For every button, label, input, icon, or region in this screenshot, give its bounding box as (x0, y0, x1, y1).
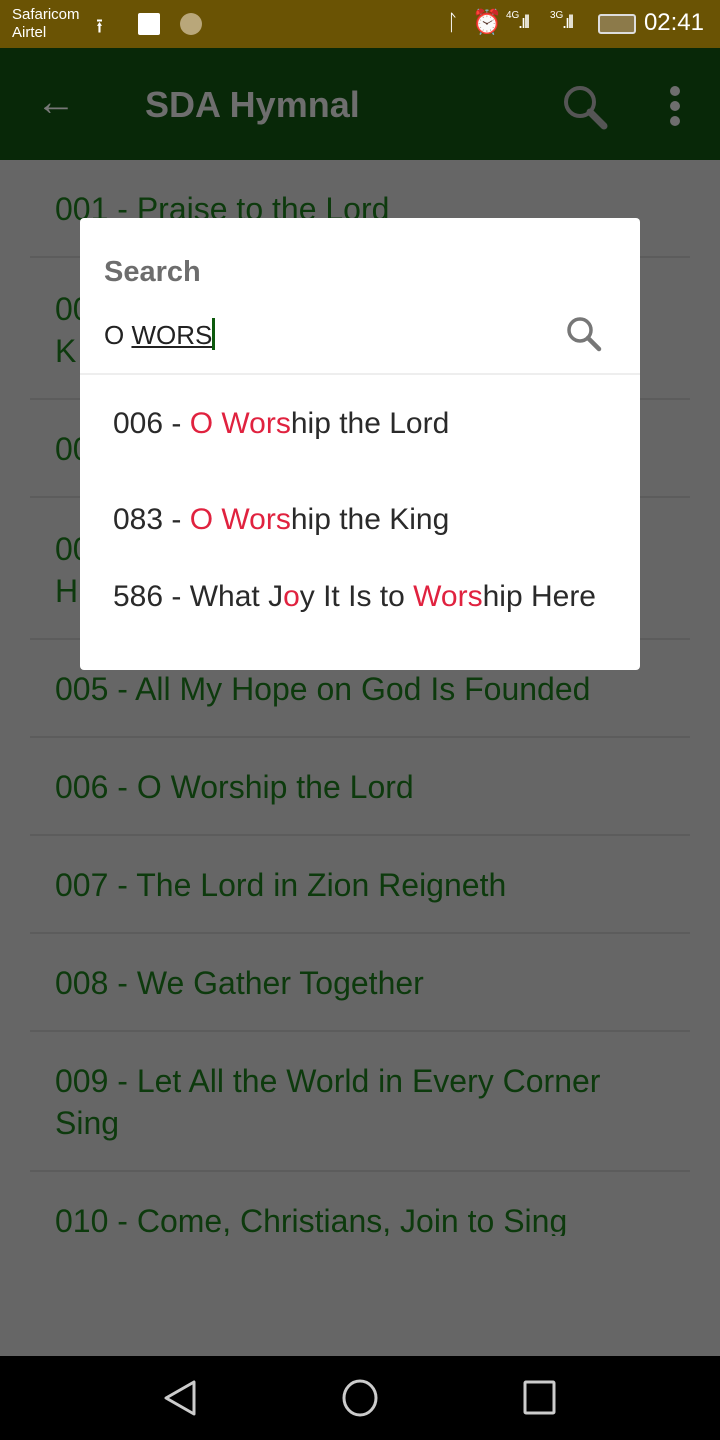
list-item[interactable]: 006 - O Worship the Lord (30, 738, 690, 836)
list-item-label: 005 - All My Hope on God Is Founded (55, 671, 591, 707)
query-composing-text: WORS (131, 320, 213, 350)
signal-icon: .ıll (562, 12, 574, 32)
result-match-highlight: O Wors (189, 407, 291, 440)
text-cursor (212, 318, 216, 350)
recents-nav-icon[interactable] (522, 1378, 558, 1423)
search-icon[interactable] (564, 314, 604, 359)
bluetooth-icon: ᛚ (446, 10, 460, 35)
search-result[interactable]: 586 - What Joy It Is to Worship Here (113, 578, 613, 616)
search-result[interactable]: 006 - O Worship the Lord (113, 405, 613, 443)
result-match-highlight: O Wors (189, 503, 291, 536)
result-match-highlight: Wors (413, 580, 483, 613)
list-item-label: 009 - Let All the World in Every Corner … (55, 1063, 601, 1141)
back-nav-icon[interactable] (162, 1378, 198, 1423)
list-item[interactable]: 009 - Let All the World in Every Corner … (30, 1032, 690, 1172)
search-icon[interactable] (560, 82, 610, 137)
page-title: SDA Hymnal (145, 84, 360, 125)
list-item[interactable]: 008 - We Gather Together (30, 934, 690, 1032)
list-item[interactable]: 007 - The Lord in Zion Reigneth (30, 836, 690, 934)
list-item-label: 010 - Come, Christians, Join to Sing (55, 1203, 568, 1236)
arrow-left-icon[interactable]: ← (36, 80, 76, 124)
result-match-highlight: o (283, 580, 300, 613)
image-icon (138, 13, 160, 35)
home-nav-icon[interactable] (341, 1378, 379, 1423)
search-dialog: Search O WORS 006 - O Worship the Lord 0… (80, 218, 640, 670)
navigation-bar (0, 1356, 720, 1440)
dialog-title: Search (104, 256, 201, 288)
result-text: hip the King (290, 503, 450, 536)
list-item[interactable]: 010 - Come, Christians, Join to Sing (30, 1172, 690, 1236)
result-text: 006 - (113, 407, 190, 440)
carrier-info: Safaricom Airtel (12, 6, 80, 42)
signal-icon: .ıll (518, 12, 530, 32)
coin-icon (180, 13, 202, 35)
search-result[interactable]: 083 - O Worship the King (113, 501, 613, 539)
clock: 02:41 (643, 9, 704, 36)
app-toolbar: ← SDA Hymnal (0, 48, 720, 160)
list-item-label: 006 - O Worship the Lord (55, 769, 414, 805)
result-text: y It Is to (299, 580, 414, 613)
result-text: hip the Lord (290, 407, 450, 440)
result-text: 083 - (113, 503, 190, 536)
upload-icon: ⭱ (96, 16, 103, 38)
result-text: hip Here (482, 580, 596, 613)
list-item-label: 007 - The Lord in Zion Reigneth (55, 867, 507, 903)
query-text: O (104, 320, 132, 350)
battery-charging-icon (598, 14, 636, 34)
carrier-2: Airtel (12, 24, 47, 41)
result-text: 586 - What J (113, 580, 284, 613)
status-bar: Safaricom Airtel ⭱ ᛚ ⏰ 4G .ıll 3G .ıll 0… (0, 0, 720, 48)
alarm-icon: ⏰ (472, 9, 502, 36)
divider (80, 373, 640, 375)
more-vert-icon[interactable] (670, 86, 680, 131)
list-item-label: 008 - We Gather Together (55, 965, 424, 1001)
search-input[interactable]: O WORS (104, 318, 216, 351)
carrier-1: Safaricom (12, 6, 80, 23)
